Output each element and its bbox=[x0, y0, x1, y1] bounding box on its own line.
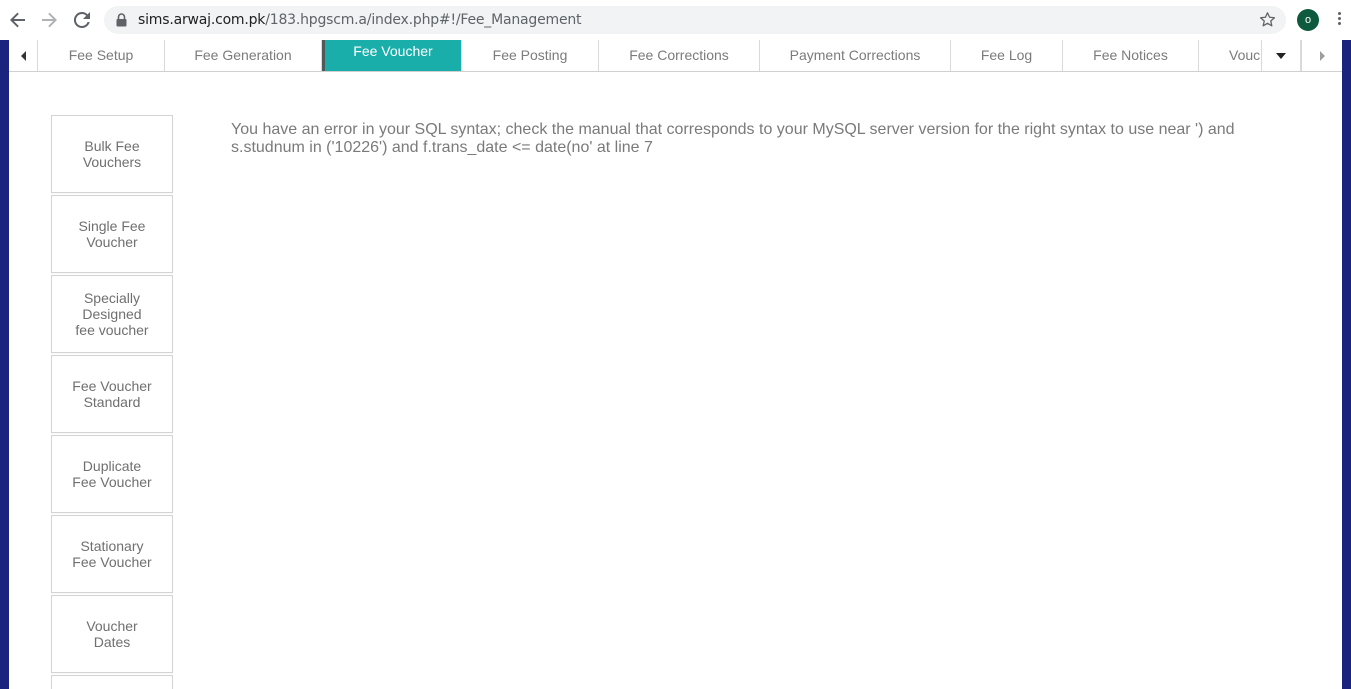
reload-icon bbox=[73, 11, 90, 28]
tab-fee-posting[interactable]: Fee Posting bbox=[462, 40, 599, 71]
tab-vouchers-clipped[interactable]: Vouc bbox=[1199, 40, 1261, 71]
profile-avatar[interactable]: o bbox=[1297, 9, 1319, 31]
side-item-single-fee-voucher[interactable]: Single Fee Voucher bbox=[51, 195, 173, 273]
side-item-next-clipped[interactable] bbox=[51, 675, 173, 689]
url-text: sims.arwaj.com.pk/183.hpgscm.a/index.php… bbox=[138, 12, 582, 28]
tab-fee-corrections[interactable]: Fee Corrections bbox=[599, 40, 760, 71]
browser-menu-icon[interactable] bbox=[1333, 10, 1345, 30]
arrow-right-icon bbox=[42, 12, 57, 28]
tab-fee-log[interactable]: Fee Log bbox=[951, 40, 1063, 71]
forward-button[interactable] bbox=[38, 9, 60, 31]
side-item-fee-voucher-standard[interactable]: Fee Voucher Standard bbox=[51, 355, 173, 433]
side-item-duplicate-fee-voucher[interactable]: Duplicate Fee Voucher bbox=[51, 435, 173, 513]
url-host: sims.arwaj.com.pk bbox=[138, 12, 266, 28]
bookmark-star-icon[interactable] bbox=[1259, 11, 1276, 28]
caret-right-icon bbox=[1319, 50, 1325, 61]
side-item-voucher-dates[interactable]: Voucher Dates bbox=[51, 595, 173, 673]
voucher-side-menu: Bulk Fee Vouchers Single Fee Voucher Spe… bbox=[51, 115, 173, 689]
tab-list: Fee Setup Fee Generation Fee Voucher Fee… bbox=[38, 40, 1261, 71]
arrow-left-icon bbox=[10, 12, 25, 28]
lock-icon bbox=[116, 13, 127, 27]
side-item-stationary-fee-voucher[interactable]: Stationary Fee Voucher bbox=[51, 515, 173, 593]
reload-button[interactable] bbox=[71, 9, 93, 31]
url-path: /183.hpgscm.a/index.php#!/Fee_Management bbox=[265, 12, 582, 28]
tab-fee-voucher[interactable]: Fee Voucher bbox=[322, 40, 462, 71]
tabs-scroll-right-button[interactable] bbox=[1301, 40, 1342, 71]
module-tab-strip: Fee Setup Fee Generation Fee Voucher Fee… bbox=[9, 40, 1342, 72]
tabs-dropdown-button[interactable] bbox=[1261, 40, 1301, 71]
back-button[interactable] bbox=[7, 9, 29, 31]
tab-fee-notices[interactable]: Fee Notices bbox=[1063, 40, 1199, 71]
browser-toolbar: sims.arwaj.com.pk/183.hpgscm.a/index.php… bbox=[0, 0, 1351, 40]
side-item-bulk-fee-vouchers[interactable]: Bulk Fee Vouchers bbox=[51, 115, 173, 193]
caret-left-icon bbox=[20, 50, 26, 61]
side-item-specially-designed-fee-voucher[interactable]: Specially Designed fee voucher bbox=[51, 275, 173, 353]
page-content: Fee Setup Fee Generation Fee Voucher Fee… bbox=[9, 40, 1342, 689]
tab-payment-corrections[interactable]: Payment Corrections bbox=[760, 40, 951, 71]
caret-down-icon bbox=[1276, 52, 1286, 59]
address-bar[interactable]: sims.arwaj.com.pk/183.hpgscm.a/index.php… bbox=[104, 6, 1286, 34]
tabs-scroll-left-button[interactable] bbox=[9, 40, 38, 71]
tab-fee-generation[interactable]: Fee Generation bbox=[165, 40, 322, 71]
sql-error-message: You have an error in your SQL syntax; ch… bbox=[231, 121, 1235, 156]
tab-fee-setup[interactable]: Fee Setup bbox=[38, 40, 165, 71]
